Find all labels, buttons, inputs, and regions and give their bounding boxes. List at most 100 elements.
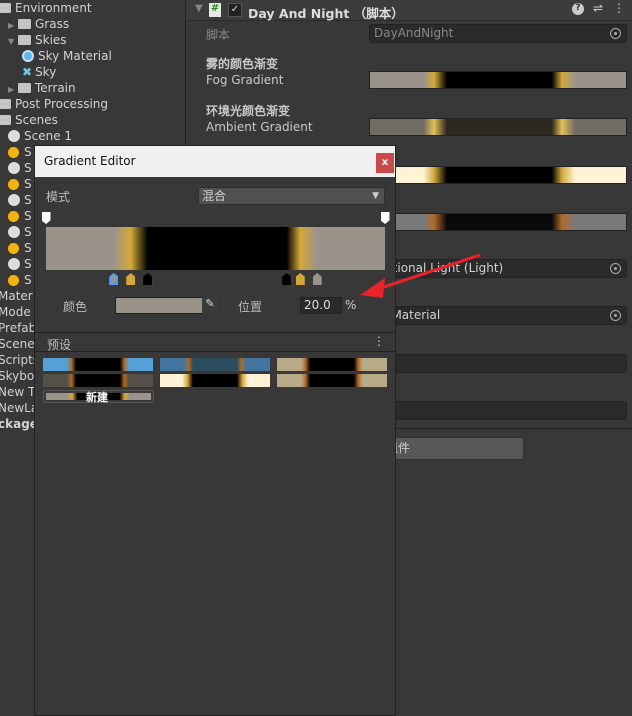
arrow-shaft: [374, 253, 481, 292]
divider: [35, 332, 395, 333]
arrow-head: [360, 278, 385, 298]
folder-open-icon: [0, 115, 11, 125]
tree-item[interactable]: S: [8, 240, 32, 256]
gradient-field-3[interactable]: [369, 166, 627, 184]
gradient-field-4[interactable]: [369, 213, 627, 231]
empty-field-1[interactable]: [369, 354, 627, 373]
fog-label: Fog Gradient: [206, 73, 284, 87]
preset-4[interactable]: [43, 374, 153, 387]
script-value: DayAndNight: [374, 26, 454, 40]
tree-item-label: S: [24, 209, 32, 223]
tree-item[interactable]: New T: [0, 384, 35, 400]
tree-item-label: Mode: [0, 305, 31, 319]
tree-item-label: S: [24, 225, 32, 239]
tree-item[interactable]: S: [8, 160, 32, 176]
tree-item[interactable]: Scene 1: [8, 128, 72, 144]
preset-5[interactable]: [160, 374, 270, 387]
empty-field-2[interactable]: [369, 401, 627, 420]
help-icon[interactable]: ?: [572, 3, 584, 15]
tree-item[interactable]: ▼ Skies: [8, 32, 67, 48]
color-stop-handle[interactable]: [312, 273, 322, 285]
eyedropper-icon[interactable]: ✎: [202, 297, 218, 314]
gradient-preview[interactable]: [46, 227, 385, 270]
object-picker-icon[interactable]: [610, 310, 621, 321]
tree-item[interactable]: ckage: [0, 416, 38, 432]
component-header[interactable]: ▼ # ✓ Day And Night （脚本） ? ⇌ ⋮: [187, 0, 632, 21]
script-field[interactable]: DayAndNight: [369, 24, 627, 43]
tree-item[interactable]: ▶ Terrain: [8, 80, 76, 96]
alpha-stop-handle[interactable]: [380, 212, 390, 224]
preset-3[interactable]: [277, 358, 387, 371]
lighting-icon: [8, 147, 19, 158]
tree-item-label: Skybo: [0, 369, 35, 383]
preset-1[interactable]: [43, 358, 153, 371]
close-button[interactable]: x: [376, 153, 394, 173]
tree-item[interactable]: Environment: [0, 0, 92, 16]
foldout-icon[interactable]: ▼: [195, 3, 203, 14]
tree-item-label: Environment: [15, 1, 92, 15]
cubemap-icon: ✖: [22, 65, 33, 79]
tree-item[interactable]: ▶ Grass: [8, 16, 69, 32]
color-stop-handle[interactable]: [143, 273, 153, 285]
presets-icon[interactable]: ⇌: [593, 1, 603, 15]
tree-item[interactable]: S: [8, 208, 32, 224]
object-picker-icon[interactable]: [610, 263, 621, 274]
tree-item[interactable]: Prefab: [0, 320, 36, 336]
script-icon: #: [209, 3, 221, 17]
tree-item-label: Skies: [35, 33, 67, 47]
color-stop-handle[interactable]: [282, 273, 292, 285]
mode-dropdown[interactable]: 混合 ▼: [198, 187, 385, 205]
tree-item[interactable]: S: [8, 256, 32, 272]
presets-menu-icon[interactable]: ⋮: [373, 334, 385, 348]
enabled-checkbox[interactable]: ✓: [228, 3, 242, 17]
ambient-gradient-field[interactable]: [369, 118, 627, 136]
mode-value: 混合: [202, 189, 227, 203]
tree-item-label: Grass: [35, 17, 70, 31]
tree-item-label: S: [24, 193, 32, 207]
tree-item[interactable]: S: [8, 144, 32, 160]
tree-item-label: Terrain: [35, 81, 76, 95]
folder-icon: [0, 99, 11, 109]
skybox-field[interactable]: ky Material: [369, 306, 627, 325]
tree-item-label: S: [24, 161, 32, 175]
color-stop-handle[interactable]: [126, 273, 136, 285]
color-stop-handle[interactable]: [109, 273, 119, 285]
tree-item-label: S: [24, 145, 32, 159]
unity-scene-icon: [8, 130, 20, 142]
new-preset-button[interactable]: 新建: [43, 390, 154, 404]
tree-item-label: Sky Material: [38, 49, 112, 63]
tree-item[interactable]: S: [8, 176, 32, 192]
alpha-stop-handle[interactable]: [41, 212, 51, 224]
tree-item[interactable]: Mater: [0, 288, 33, 304]
tree-item-label: Scene 1: [24, 129, 73, 143]
more-icon[interactable]: ⋮: [613, 1, 625, 15]
tree-item[interactable]: Sky Material: [22, 48, 112, 64]
preset-2[interactable]: [160, 358, 270, 371]
unity-scene-icon: [8, 162, 20, 174]
expand-down-icon[interactable]: ▼: [8, 34, 18, 50]
lighting-icon: [8, 179, 19, 190]
fog-gradient-field[interactable]: [369, 71, 627, 89]
object-picker-icon[interactable]: [610, 28, 621, 39]
preset-6[interactable]: [277, 374, 387, 387]
location-input[interactable]: 20.0: [300, 297, 342, 314]
tree-item[interactable]: S: [8, 224, 32, 240]
location-label: 位置: [238, 300, 263, 314]
new-preset-label: 新建: [86, 391, 108, 404]
tree-item[interactable]: Skybo: [0, 368, 34, 384]
color-stop-handle[interactable]: [295, 273, 305, 285]
tree-item-label: Mater: [0, 289, 33, 303]
window-title: Gradient Editor: [35, 146, 395, 177]
unity-scene-icon: [8, 194, 20, 206]
folder-open-icon: [0, 3, 11, 13]
folder-icon: [18, 19, 31, 29]
tree-item[interactable]: Mode: [0, 304, 31, 320]
tree-item-label: New T: [0, 385, 36, 399]
tree-item[interactable]: Scenes: [0, 112, 58, 128]
location-unit: %: [345, 298, 357, 312]
tree-item[interactable]: S: [8, 272, 32, 288]
tree-item[interactable]: NewLa: [0, 400, 38, 416]
tree-item[interactable]: Post Processing: [0, 96, 108, 112]
tree-item[interactable]: ✖ Sky: [22, 64, 56, 80]
tree-item[interactable]: S: [8, 192, 32, 208]
